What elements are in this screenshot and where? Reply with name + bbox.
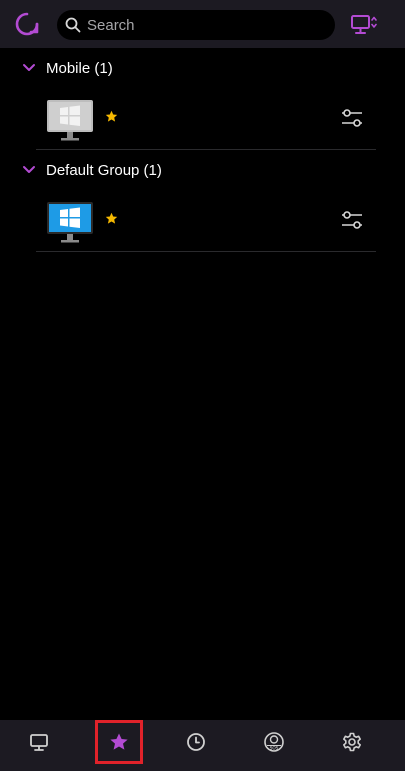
tab-devices[interactable] xyxy=(15,720,63,764)
device-row[interactable] xyxy=(36,96,376,150)
tab-sos[interactable]: SOS xyxy=(250,720,298,764)
star-icon xyxy=(110,733,128,750)
tab-settings[interactable] xyxy=(328,720,376,764)
bottom-tab-bar: SOS xyxy=(0,720,405,771)
clock-icon xyxy=(187,733,205,751)
chevron-down-icon xyxy=(23,166,35,173)
svg-text:SOS: SOS xyxy=(270,746,279,751)
sos-icon: SOS xyxy=(264,732,284,752)
chevron-down-icon xyxy=(23,64,35,71)
device-row[interactable] xyxy=(36,198,376,252)
tab-favorites[interactable] xyxy=(95,720,143,764)
tab-history[interactable] xyxy=(172,720,220,764)
search-bar[interactable] xyxy=(57,10,335,40)
search-input[interactable] xyxy=(87,10,327,40)
search-icon xyxy=(65,17,81,33)
gear-icon xyxy=(343,732,361,752)
monitor-icon xyxy=(30,734,48,751)
group-title: Mobile (1) xyxy=(46,59,113,77)
top-bar xyxy=(0,0,405,48)
windows-monitor-icon xyxy=(47,202,93,243)
star-icon[interactable] xyxy=(105,110,118,123)
divider xyxy=(36,149,376,150)
monitor-switch-icon[interactable] xyxy=(351,14,377,36)
group-header-default[interactable]: Default Group (1) xyxy=(22,158,162,182)
refresh-circle-icon[interactable] xyxy=(14,11,40,37)
group-title: Default Group (1) xyxy=(46,161,162,179)
group-header-mobile[interactable]: Mobile (1) xyxy=(22,56,113,80)
divider xyxy=(36,251,376,252)
star-icon[interactable] xyxy=(105,212,118,225)
sliders-icon[interactable] xyxy=(341,108,363,128)
sliders-icon[interactable] xyxy=(341,210,363,230)
windows-monitor-icon xyxy=(47,100,93,141)
